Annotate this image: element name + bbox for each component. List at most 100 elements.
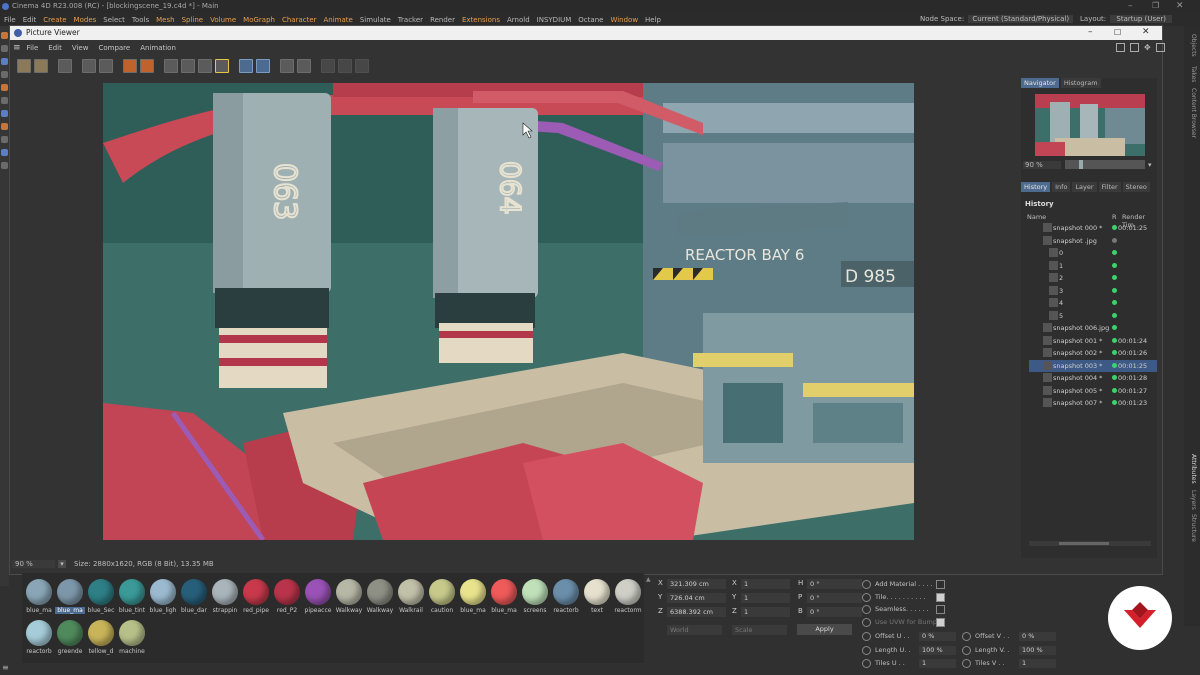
keyframe-dot-icon[interactable]: [862, 632, 871, 641]
history-scrollbar[interactable]: [1029, 541, 1151, 546]
rotate-tool-icon[interactable]: [1, 58, 8, 65]
move-tool-icon[interactable]: [1, 32, 8, 39]
grid-c-icon[interactable]: [355, 59, 369, 73]
material-swatch[interactable]: machine: [117, 618, 147, 658]
coord-rot-p-field[interactable]: 0 °: [807, 593, 862, 603]
history-row[interactable]: snapshot 001 * 00:01:24: [1029, 335, 1157, 347]
menu-mograph[interactable]: MoGraph: [243, 16, 275, 24]
history-row[interactable]: 0: [1029, 247, 1157, 259]
coord-pos-x-field[interactable]: 321.309 cm: [667, 579, 726, 589]
ab-icon[interactable]: [215, 59, 229, 73]
maximize-icon[interactable]: ❐: [1152, 1, 1159, 10]
menu-file[interactable]: File: [4, 16, 16, 24]
pv-close-icon[interactable]: ✕: [1142, 27, 1150, 37]
channel-b-icon[interactable]: [181, 59, 195, 73]
render-image[interactable]: 063 064 REACTOR BAY 6 D 985: [103, 83, 914, 540]
view-single-icon[interactable]: [239, 59, 253, 73]
attr-field-input[interactable]: 100 %: [919, 645, 956, 655]
navigator-zoom-value[interactable]: 90 %: [1023, 160, 1061, 169]
material-swatch[interactable]: reactorb: [24, 618, 54, 658]
tab-histogram[interactable]: Histogram: [1060, 78, 1101, 88]
menu-tracker[interactable]: Tracker: [398, 16, 423, 24]
tab-navigator[interactable]: Navigator: [1021, 78, 1059, 88]
attr-checkbox[interactable]: [936, 592, 945, 602]
stop-render-icon[interactable]: [82, 59, 96, 73]
material-swatch[interactable]: Walkrail: [396, 577, 426, 617]
snap-tool-icon[interactable]: [1, 123, 8, 130]
expand-icon[interactable]: [1155, 43, 1165, 52]
pv-menu-edit[interactable]: Edit: [48, 44, 62, 52]
attr-field-input[interactable]: 1: [1019, 659, 1056, 668]
tab-layer[interactable]: Layer: [1072, 182, 1097, 192]
viewer-zoom-field[interactable]: 90 %: [12, 560, 55, 568]
menu-octane[interactable]: Octane: [578, 16, 603, 24]
material-swatch[interactable]: blue_ligh: [148, 577, 178, 617]
channel-a-icon[interactable]: [164, 59, 178, 73]
material-swatch[interactable]: blue_Sec: [86, 577, 116, 617]
pv-maximize-icon[interactable]: ☐: [1114, 28, 1121, 37]
pv-minimize-icon[interactable]: –: [1088, 27, 1093, 37]
tab-history[interactable]: History: [1021, 182, 1051, 192]
pv-menu-file[interactable]: File: [27, 44, 39, 52]
attr-checkbox[interactable]: [936, 580, 945, 589]
coord-scale-select[interactable]: Scale: [732, 625, 787, 635]
tab-structure[interactable]: Structure: [1190, 514, 1197, 542]
menu-modes[interactable]: Modes: [74, 16, 97, 24]
coord-scale-x-field[interactable]: 1: [741, 579, 790, 589]
menu-animate[interactable]: Animate: [324, 16, 353, 24]
keyframe-dot-icon[interactable]: [962, 645, 971, 655]
material-swatch[interactable]: reactorm: [613, 577, 643, 617]
history-row[interactable]: snapshot 007 * 00:01:23: [1029, 397, 1157, 409]
attr-field-input[interactable]: 1: [919, 659, 956, 668]
compare-icon[interactable]: [198, 59, 212, 73]
menu-render[interactable]: Render: [430, 16, 455, 24]
navigator-zoom-dropdown-icon[interactable]: ▾: [1148, 161, 1152, 169]
history-row[interactable]: 3: [1029, 285, 1157, 297]
material-swatch[interactable]: blue_dar: [179, 577, 209, 617]
minimize-icon[interactable]: –: [1128, 1, 1133, 11]
history-row[interactable]: snapshot 006.jpg: [1029, 322, 1157, 334]
menu-help[interactable]: Help: [645, 16, 661, 24]
keyframe-dot-icon[interactable]: [962, 632, 971, 641]
attr-field-input[interactable]: 0 %: [1019, 632, 1056, 641]
material-swatch[interactable]: screens: [520, 577, 550, 617]
menu-simulate[interactable]: Simulate: [360, 16, 391, 24]
menu-edit[interactable]: Edit: [23, 16, 37, 24]
menu-mesh[interactable]: Mesh: [156, 16, 174, 24]
pv-menu-compare[interactable]: Compare: [98, 44, 130, 52]
material-swatch[interactable]: strappin: [210, 577, 240, 617]
material-swatch[interactable]: tellow_d: [86, 618, 116, 658]
menu-insydium[interactable]: INSYDIUM: [537, 16, 572, 24]
tab-info[interactable]: Info: [1052, 182, 1071, 192]
pv-menu-animation[interactable]: Animation: [140, 44, 176, 52]
material-swatch[interactable]: blue_ma: [489, 577, 519, 617]
keyframe-dot-icon[interactable]: [862, 592, 871, 602]
tab-stereo[interactable]: Stereo: [1122, 182, 1150, 192]
polygons-mode-icon[interactable]: [1, 110, 8, 117]
coord-pos-y-field[interactable]: 726.04 cm: [667, 593, 726, 603]
menu-arnold[interactable]: Arnold: [507, 16, 530, 24]
menu-select[interactable]: Select: [103, 16, 125, 24]
material-scroll-up-icon[interactable]: ▲: [646, 576, 651, 583]
layout-right-icon[interactable]: [1130, 43, 1139, 52]
tab-objects[interactable]: Objects: [1190, 34, 1197, 57]
view-fit-icon[interactable]: [256, 59, 270, 73]
history-row[interactable]: 1: [1029, 260, 1157, 272]
history-row[interactable]: snapshot 005 * 00:01:27: [1029, 385, 1157, 397]
edges-mode-icon[interactable]: [1, 97, 8, 104]
attr-field-input[interactable]: 0 %: [919, 632, 956, 641]
material-swatch[interactable]: blue_ma: [24, 577, 54, 617]
material-swatch[interactable]: blue_ma: [55, 577, 85, 617]
coord-rot-h-field[interactable]: 0 °: [807, 579, 862, 589]
hamburger-menu-icon[interactable]: ≡: [13, 43, 21, 53]
history-row[interactable]: snapshot 004 * 00:01:28: [1029, 372, 1157, 384]
select-tool-icon[interactable]: [1, 71, 8, 78]
keyframe-dot-icon[interactable]: [862, 617, 871, 627]
material-swatch[interactable]: caution: [427, 577, 457, 617]
history-row[interactable]: snapshot .jpg: [1029, 235, 1157, 247]
render-region-icon[interactable]: [99, 59, 113, 73]
keyframe-dot-icon[interactable]: [962, 659, 971, 668]
keyframe-dot-icon[interactable]: [862, 659, 871, 668]
history-row[interactable]: 4: [1029, 297, 1157, 309]
points-mode-icon[interactable]: [1, 84, 8, 91]
